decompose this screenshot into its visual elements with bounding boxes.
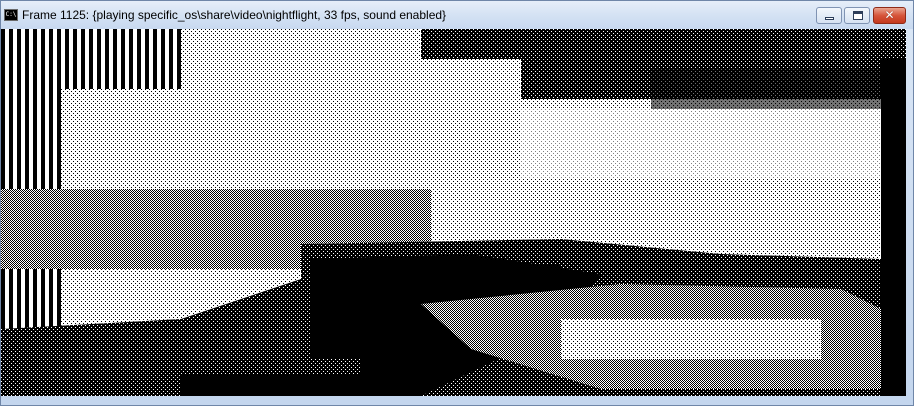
maximize-icon [853,11,863,20]
window-title: Frame 1125: {playing specific_os\share\v… [22,8,447,22]
minimize-button[interactable] [816,7,842,24]
minimize-icon [825,17,834,20]
video-frame [1,29,906,396]
title-bar[interactable]: C:\ Frame 1125: {playing specific_os\sha… [1,1,913,29]
maximize-button[interactable] [844,7,870,24]
dithered-video-frame [1,29,906,396]
video-player-window: C:\ Frame 1125: {playing specific_os\sha… [0,0,914,406]
close-icon: ✕ [884,8,895,22]
console-app-icon[interactable]: C:\ [4,9,18,21]
close-button[interactable]: ✕ [873,7,906,24]
